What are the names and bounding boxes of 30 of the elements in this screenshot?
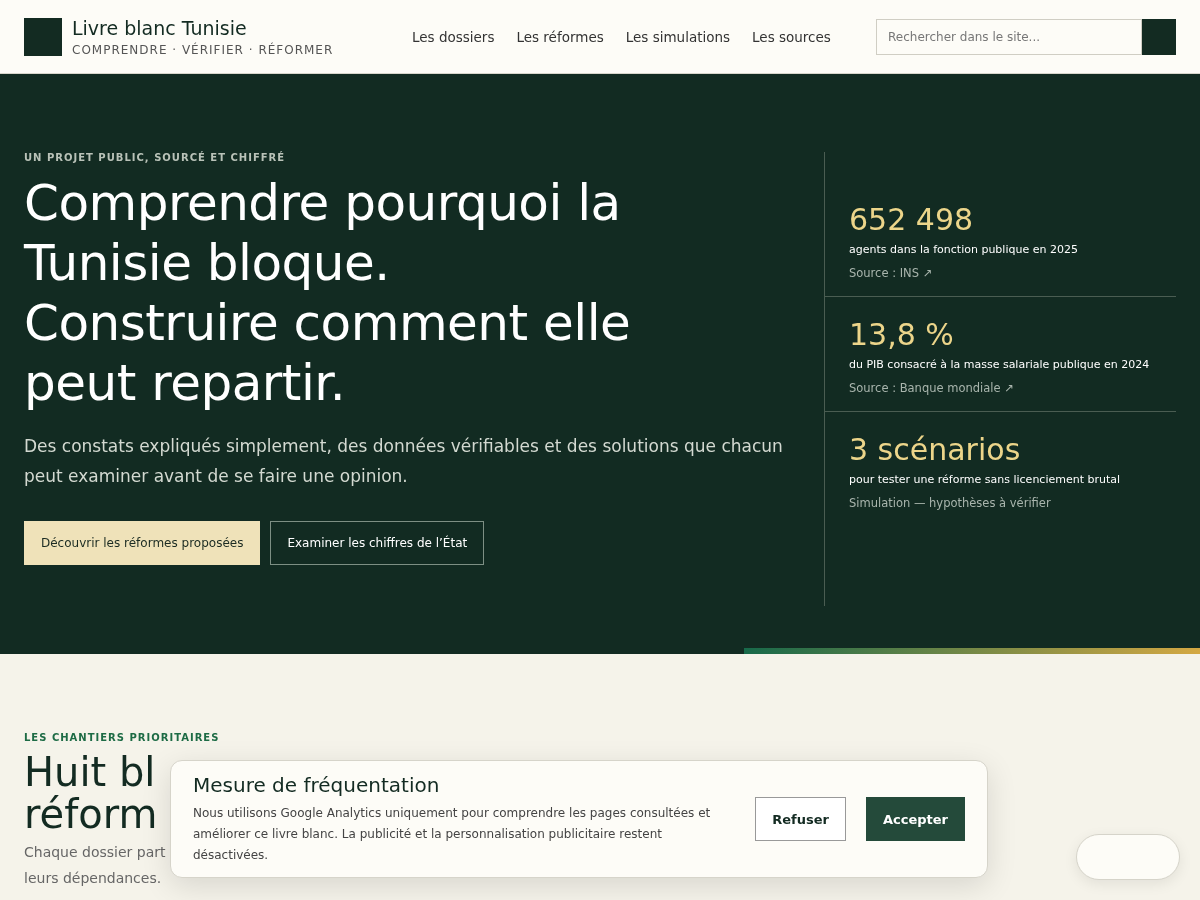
stat-source: Simulation — hypothèses à vérifier bbox=[849, 496, 1051, 510]
section-eyebrow: LES CHANTIERS PRIORITAIRES bbox=[24, 732, 221, 743]
hero-title: Comprendre pourquoi la Tunisie bloque. Construire comment elle peut repartir. bbox=[24, 173, 632, 413]
consent-button[interactable]: Refuser bbox=[755, 797, 846, 841]
stat-caption: pour tester une réforme sans licenciement brutal bbox=[849, 473, 1121, 486]
nav-link[interactable]: Les réformes bbox=[516, 28, 604, 45]
nav-link[interactable]: Les dossiers bbox=[412, 28, 495, 45]
logo-icon bbox=[24, 17, 62, 56]
site-tagline: COMPRENDRE · VÉRIFIER · RÉFORMER bbox=[72, 42, 335, 57]
hero-eyebrow: UN PROJET PUBLIC, SOURCÉ ET CHIFFRÉ bbox=[24, 152, 287, 163]
stat-caption: agents dans la fonction publique en 2025 bbox=[849, 243, 1078, 256]
stat-value: 652 498 bbox=[849, 202, 974, 237]
stat-source: Source : Banque mondiale ↗ bbox=[849, 381, 1014, 395]
cta-button[interactable]: Découvrir les réformes proposées bbox=[24, 521, 261, 565]
banner-title: Mesure de fréquentation bbox=[193, 772, 441, 797]
consent-button[interactable]: Accepter bbox=[865, 797, 965, 841]
nav-link[interactable]: Les simulations bbox=[625, 28, 731, 45]
stat-caption: du PIB consacré à la masse salariale publique en 2024 bbox=[849, 358, 1150, 371]
nav-link[interactable]: Les sources bbox=[752, 28, 831, 45]
stat-source: Source : INS ↗ bbox=[849, 266, 933, 280]
search-button[interactable] bbox=[1142, 18, 1176, 55]
banner-text: Nous utilisons Google Analytics uniquement pour comprendre les pages consultées et améliorer ce livre blanc. La publicité et la personnalisation publicitaire restent désactivées. bbox=[193, 804, 712, 864]
site-title: Livre blanc Tunisie bbox=[72, 16, 248, 39]
section-title: Huit bl réform bbox=[24, 751, 158, 835]
section-intro: Chaque dossier part leurs dépendances. bbox=[24, 843, 166, 888]
hero-lead: Des constats expliqués simplement, des données vérifiables et des solutions que chacun peut examiner avant de se faire une opinion. bbox=[24, 435, 784, 488]
stat-value: 3 scénarios bbox=[849, 432, 1021, 467]
stat-value: 13,8 % bbox=[849, 317, 954, 352]
search-field[interactable]: Rechercher dans le site... bbox=[876, 18, 1142, 55]
cta-button[interactable]: Examiner les chiffres de l’État bbox=[270, 521, 485, 565]
